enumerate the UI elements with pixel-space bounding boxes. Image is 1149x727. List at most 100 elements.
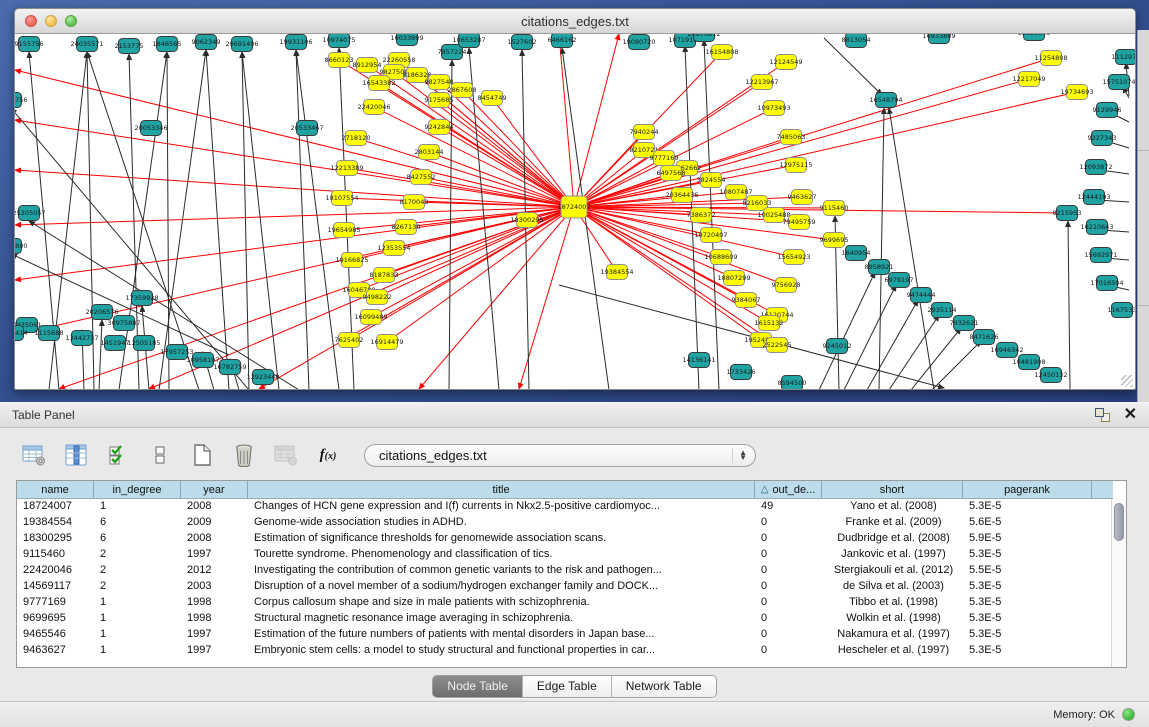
graph-node[interactable]: 2153775 [115, 39, 144, 54]
graph-node[interactable]: 7932621 [950, 316, 979, 331]
graph-node-selected[interactable]: 12213967 [745, 75, 778, 90]
table-cell-out_degree[interactable]: 0 [755, 547, 822, 563]
window-titlebar[interactable]: citations_edges.txt [15, 9, 1135, 34]
graph-node-selected[interactable]: 7386372 [687, 208, 716, 223]
graph-node[interactable]: 1527602 [508, 35, 537, 50]
graph-node-selected[interactable]: 15654923 [777, 250, 810, 265]
table-cell-out_degree[interactable]: 0 [755, 531, 822, 547]
graph-node-selected[interactable]: 9242844 [425, 120, 454, 135]
column-header-short[interactable]: short [822, 481, 963, 498]
graph-node[interactable]: 12450132 [1034, 368, 1067, 383]
float-panel-icon[interactable] [1095, 408, 1110, 422]
graph-node-selected[interactable]: 8454749 [478, 91, 507, 106]
table-cell-title[interactable]: Tourette syndrome. Phenomenology and cla… [248, 547, 755, 563]
table-cell-in_degree[interactable]: 1 [94, 499, 181, 515]
graph-node[interactable]: 9155756 [15, 37, 43, 52]
graph-node[interactable]: 17016504 [1090, 276, 1123, 291]
table-cell-title[interactable]: Changes of HCN gene expression and I(f) … [248, 499, 755, 515]
graph-node[interactable]: 10481908 [1012, 355, 1045, 370]
selected-edge[interactable] [379, 83, 574, 207]
graph-node-selected[interactable]: 7625402 [335, 333, 364, 348]
graph-node-selected[interactable]: 9498222 [363, 290, 392, 305]
table-cell-pagerank[interactable]: 5.5E-5 [963, 563, 1092, 579]
scrollbar-thumb[interactable] [1114, 503, 1124, 541]
graph-node[interactable]: 15692971 [1084, 248, 1117, 263]
graph-node[interactable]: 1451947 [101, 336, 130, 351]
table-cell-out_degree[interactable]: 0 [755, 627, 822, 643]
graph-node[interactable]: 30975887 [107, 316, 140, 331]
table-cell-short[interactable]: Dudbridge et al. (2008) [822, 531, 963, 547]
table-cell-out_degree[interactable]: 0 [755, 643, 822, 659]
graph-node[interactable]: 6979197 [885, 273, 914, 288]
graph-node-selected[interactable]: 8187833 [370, 268, 399, 283]
graph-node-selected[interactable]: 9115460 [820, 201, 849, 216]
table-row[interactable]: 2242004622012Investigating the contribut… [17, 563, 1113, 579]
table-cell-name[interactable]: 9465546 [17, 627, 94, 643]
graph-node[interactable]: 9129946 [1093, 103, 1122, 118]
graph-node[interactable]: 13442737 [65, 331, 98, 346]
graph-node-selected[interactable]: 19720407 [694, 228, 727, 243]
table-cell-name[interactable]: 9777169 [17, 595, 94, 611]
table-row[interactable]: 1872400712008Changes of HCN gene express… [17, 499, 1113, 515]
graph-node[interactable]: 14136141 [682, 353, 715, 368]
graph-node[interactable]: 9474444 [907, 288, 936, 303]
graph-node[interactable]: 1733426 [727, 365, 756, 380]
table-cell-pagerank[interactable]: 5.3E-5 [963, 547, 1092, 563]
graph-node[interactable]: 16946342 [990, 343, 1023, 358]
graph-edge[interactable] [911, 328, 961, 389]
table-cell-year[interactable]: 1997 [181, 627, 248, 643]
graph-edge[interactable] [819, 272, 875, 389]
table-cell-in_degree[interactable]: 1 [94, 627, 181, 643]
network-canvas[interactable]: 9155756240355712153775184656590623492069… [15, 34, 1135, 389]
table-cell-title[interactable]: Investigating the contribution of common… [248, 563, 755, 579]
graph-edge[interactable] [932, 341, 981, 389]
table-cell-title[interactable]: Genome-wide association studies in ADHD. [248, 515, 755, 531]
column-settings-button[interactable] [20, 442, 48, 468]
table-cell-year[interactable]: 2012 [181, 563, 248, 579]
table-cell-year[interactable]: 2003 [181, 579, 248, 595]
table-cell-name[interactable]: 9699695 [17, 611, 94, 627]
graph-node-selected[interactable]: 11254808 [1034, 51, 1067, 66]
graph-node[interactable]: 25205057 [15, 206, 46, 221]
table-row[interactable]: 946554611997Estimation of the future num… [17, 627, 1113, 643]
graph-node-selected[interactable]: 16914479 [370, 335, 403, 350]
table-cell-title[interactable]: Structural magnetic resonance image aver… [248, 611, 755, 627]
table-scrollbar[interactable] [1111, 499, 1126, 667]
graph-node-selected[interactable]: 9175685 [425, 93, 454, 108]
graph-node[interactable]: 19080720 [622, 35, 655, 50]
column-header-pagerank[interactable]: pagerank [963, 481, 1092, 498]
graph-edge[interactable] [1068, 221, 1070, 389]
table-cell-year[interactable]: 1998 [181, 595, 248, 611]
column-header-year[interactable]: year [181, 481, 248, 498]
column-header-in_degree[interactable]: in_degree [94, 481, 181, 498]
table-cell-year[interactable]: 2008 [181, 499, 248, 515]
selected-edge[interactable] [15, 207, 574, 225]
column-header-out_degree[interactable]: △out_de... [755, 481, 822, 498]
graph-node-selected[interactable]: 9384067 [732, 293, 761, 308]
graph-node-selected[interactable]: 8267130 [392, 220, 421, 235]
selected-edge[interactable] [15, 207, 574, 280]
minimize-window-button[interactable] [45, 15, 57, 27]
table-cell-name[interactable]: 19384554 [17, 515, 94, 531]
graph-node[interactable]: 1115688 [35, 326, 64, 341]
graph-node-selected[interactable]: 12124549 [769, 55, 802, 70]
graph-edge[interactable] [889, 108, 934, 389]
graph-node-selected[interactable]: 18724007 [557, 196, 590, 218]
table-cell-year[interactable]: 2008 [181, 531, 248, 547]
tab-node-table[interactable]: Node Table [433, 676, 523, 697]
graph-node-selected[interactable]: 2718120 [342, 131, 371, 146]
graph-node[interactable]: 24035571 [70, 37, 103, 52]
graph-node[interactable]: 8215953 [1053, 206, 1082, 221]
window-resize-grip[interactable] [1121, 375, 1133, 387]
table-cell-out_degree[interactable]: 0 [755, 595, 822, 611]
selected-edge[interactable] [15, 120, 574, 207]
select-column-button[interactable] [62, 442, 90, 468]
graph-node[interactable]: 9227343 [1088, 131, 1117, 146]
table-cell-in_degree[interactable]: 1 [94, 643, 181, 659]
table-cell-title[interactable]: Estimation of the future numbers of pati… [248, 627, 755, 643]
graph-node[interactable]: 6466162 [548, 34, 577, 48]
table-selector-dropdown[interactable]: citations_edges.txt ▲▼ [364, 444, 756, 467]
graph-node[interactable]: 11731800 [15, 239, 28, 254]
graph-node[interactable]: 1640954 [842, 246, 871, 261]
table-cell-in_degree[interactable]: 6 [94, 515, 181, 531]
